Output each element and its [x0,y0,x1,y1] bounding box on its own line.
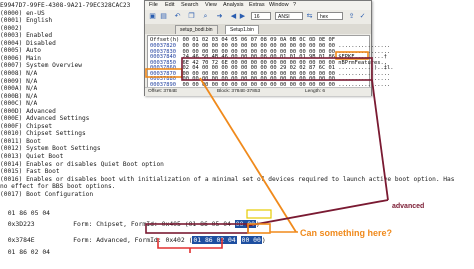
encoding-select[interactable]: ANSI [275,12,303,20]
zoom-select[interactable]: 16 [251,12,271,20]
toolbar: ▣ ▤ ↶ ❐ ⌕ ➜ ◀ ▶ 16 ANSI ⇆ hex ⇪ ✓ [145,10,371,25]
menu-edit[interactable]: Edit [165,2,174,8]
find-icon[interactable]: ⌕ [201,12,210,21]
copy-icon[interactable]: ❐ [187,12,196,21]
tab-setup1[interactable]: Setup1.bin [225,25,259,34]
menu-help[interactable]: ? [293,2,296,8]
hex-pane[interactable]: Offset(h) 00 01 02 03 04 05 06 07 08 09 … [147,35,393,88]
form-line-top: 01 86 05 04 [7,209,51,217]
menu-search[interactable]: Search [181,2,198,8]
open-icon[interactable]: ▣ [148,12,157,21]
nav-forward-icon[interactable]: ▶ [238,12,247,21]
status-offset: Offset: 3784E [148,89,178,94]
format-icon[interactable]: ⇆ [305,12,314,21]
advanced-selected-bytes: 01 86 02 04 [192,236,237,244]
undo-icon[interactable]: ↶ [173,12,182,21]
form-line-bottom: 01 86 02 04 [7,248,51,256]
status-length: Length: 6 [305,89,326,94]
save-icon[interactable]: ▤ [159,12,168,21]
goto-icon[interactable]: ➜ [215,12,224,21]
nav-back-icon[interactable]: ◀ [229,12,238,21]
file-tabs: setup_bodi.bin Setup1.bin [145,24,371,34]
hex-editor-window: File Edit Search View Analysis Extras Wi… [144,0,393,96]
label-question: Can something here? [300,228,393,238]
status-block: Block: 3784E-37853 [217,89,261,94]
info-icon[interactable]: ✓ [358,12,367,21]
menu-view[interactable]: View [205,2,217,8]
menu-analysis[interactable]: Analysis [223,2,243,8]
tab-setup-bodi[interactable]: setup_bodi.bin [175,25,218,34]
mode-select[interactable]: hex [317,12,343,20]
menu-file[interactable]: File [149,2,158,8]
chipset-selected-bytes: 00 00 [234,220,257,228]
menu-extras[interactable]: Extras [249,2,265,8]
status-bar: Offset: 3784E Block: 3784E-37853 Length:… [145,87,371,96]
dump-line: (0017) Boot Configuration [0,190,94,198]
advanced-selected-zero: 00 00 [240,236,262,244]
label-advanced: advanced [392,203,425,210]
calc-icon[interactable]: ⇪ [347,12,356,21]
menu-window[interactable]: Window [269,2,289,8]
